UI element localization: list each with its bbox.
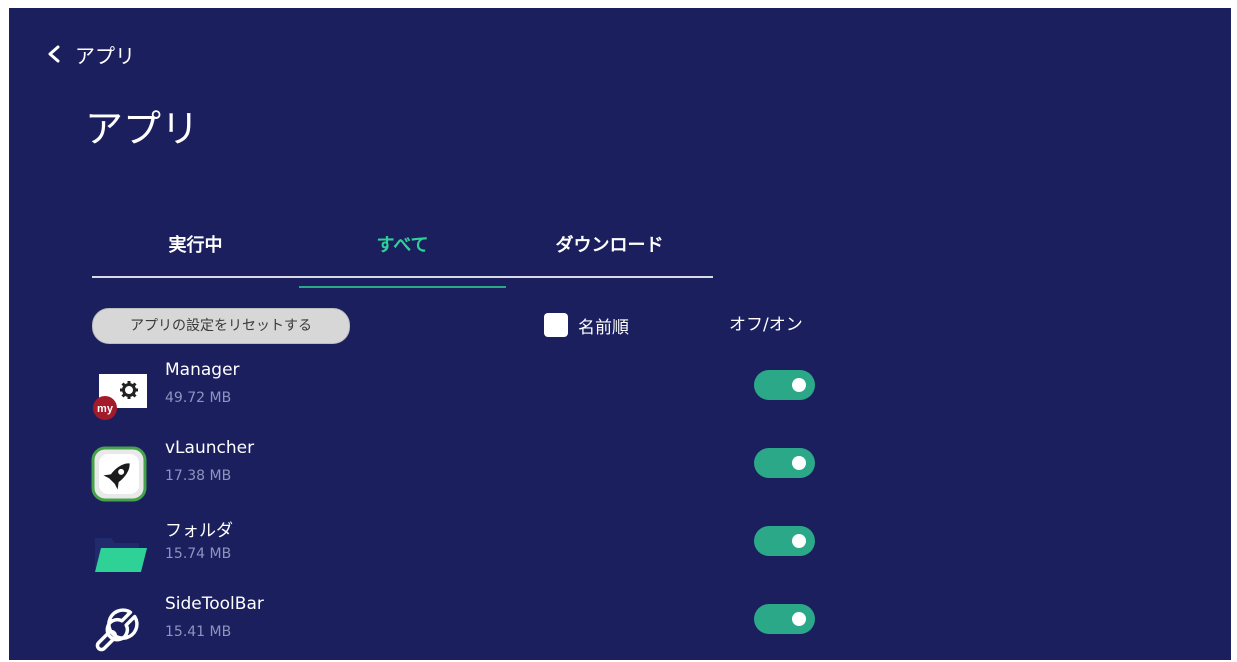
- mymanager-icon: my: [93, 374, 147, 420]
- on-off-column-header: オフ/オン: [729, 315, 803, 335]
- tab-bar: 実行中 すべて ダウンロード: [92, 228, 713, 288]
- toggle-knob: [792, 534, 806, 548]
- wrench-icon: [95, 608, 139, 652]
- app-toggle[interactable]: [754, 526, 815, 556]
- svg-text:my: my: [97, 403, 114, 415]
- app-row-manager[interactable]: my Manager 49.72 MB: [87, 360, 827, 430]
- app-size: 17.38 MB: [165, 468, 232, 484]
- app-toggle[interactable]: [754, 370, 815, 400]
- rocket-icon: [91, 446, 147, 502]
- tab-download[interactable]: ダウンロード: [506, 228, 713, 276]
- app-toggle[interactable]: [754, 604, 815, 634]
- checkbox-box[interactable]: [544, 313, 568, 337]
- tab-running[interactable]: 実行中: [92, 228, 299, 276]
- page-title: アプリ: [85, 107, 200, 151]
- app-size: 15.74 MB: [165, 546, 232, 562]
- back-button[interactable]: アプリ: [45, 38, 135, 70]
- app-row-folder[interactable]: フォルダ 15.74 MB: [87, 516, 827, 586]
- app-toggle[interactable]: [754, 448, 815, 478]
- app-row-sidetoolbar[interactable]: SideToolBar 15.41 MB: [87, 594, 827, 660]
- toggle-knob: [792, 378, 806, 392]
- chevron-left-icon: [48, 45, 60, 63]
- app-size: 15.41 MB: [165, 624, 232, 640]
- back-label: アプリ: [75, 43, 135, 68]
- app-row-vlauncher[interactable]: vLauncher 17.38 MB: [87, 438, 827, 508]
- app-size: 49.72 MB: [165, 390, 232, 406]
- settings-screen: アプリ アプリ 実行中 すべて ダウンロード アプリの設定をリセットする 名前順…: [9, 8, 1231, 660]
- sort-by-name-checkbox[interactable]: 名前順: [544, 310, 629, 340]
- folder-icon: [95, 538, 147, 572]
- reset-app-settings-button[interactable]: アプリの設定をリセットする: [92, 308, 350, 344]
- toggle-knob: [792, 456, 806, 470]
- app-name: SideToolBar: [165, 594, 264, 614]
- toggle-knob: [792, 612, 806, 626]
- app-name: vLauncher: [165, 438, 255, 458]
- tab-all[interactable]: すべて: [299, 228, 506, 288]
- app-name: Manager: [165, 360, 240, 380]
- sort-by-name-label: 名前順: [578, 317, 629, 338]
- app-name: フォルダ: [165, 521, 233, 541]
